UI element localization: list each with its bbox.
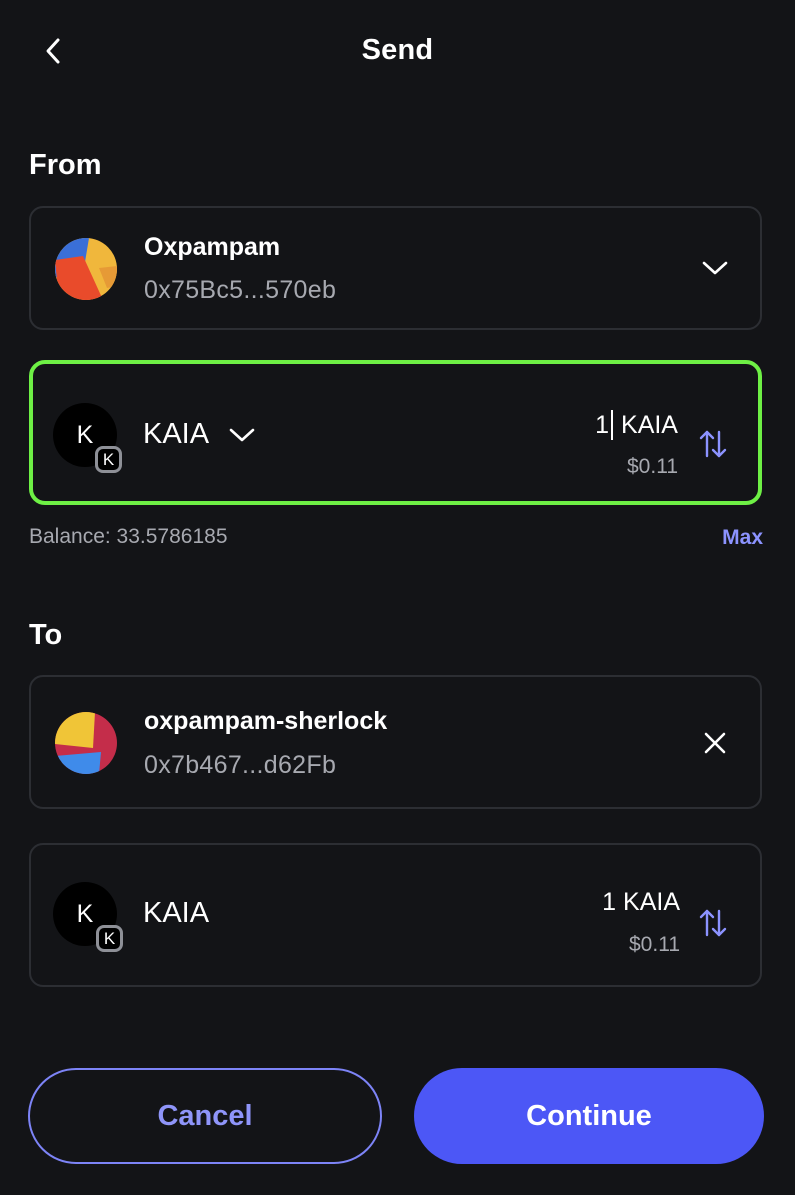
chevron-down-icon — [702, 261, 728, 275]
amount-unit: KAIA — [621, 410, 678, 439]
swap-arrows-icon — [699, 909, 727, 937]
from-account-address: 0x75Bc5...570eb — [144, 276, 337, 304]
amount-value: 1 — [595, 410, 610, 439]
to-account-address: 0x7b467...d62Fb — [144, 751, 337, 779]
swap-arrows-icon — [699, 430, 727, 458]
to-account-card: oxpampam-sherlock 0x7b467...d62Fb — [29, 675, 762, 809]
token-symbol: KAIA — [143, 897, 210, 929]
usd-value: $0.11 — [629, 933, 680, 956]
from-label: From — [29, 149, 102, 181]
from-account-selector[interactable]: Oxpampam 0x75Bc5...570eb — [29, 206, 762, 330]
kaia-chain-badge: K — [95, 446, 122, 473]
balance-text: Balance: 33.5786185 — [29, 525, 228, 548]
header: Send — [0, 0, 795, 104]
to-avatar — [55, 712, 117, 774]
continue-button[interactable]: Continue — [414, 1068, 764, 1164]
swap-amount-button[interactable] — [695, 903, 731, 943]
token-selector[interactable]: KAIA — [143, 418, 255, 451]
cancel-button[interactable]: Cancel — [28, 1068, 382, 1164]
page-title: Send — [361, 34, 434, 66]
swap-amount-button[interactable] — [695, 424, 731, 464]
to-account-name: oxpampam-sherlock — [144, 707, 388, 735]
text-cursor — [611, 410, 614, 440]
token-symbol: KAIA — [143, 418, 210, 450]
kaia-chain-badge: K — [96, 925, 123, 952]
received-amount: 1 KAIA — [602, 888, 680, 916]
max-button[interactable]: Max — [722, 526, 763, 550]
to-amount-card: K K KAIA 1 KAIA $0.11 — [29, 843, 762, 987]
amount-input[interactable]: 1 KAIA — [595, 410, 678, 440]
from-account-dropdown[interactable] — [693, 246, 737, 290]
close-icon — [704, 732, 726, 754]
from-account-name: Oxpampam — [144, 233, 281, 261]
chevron-down-icon — [229, 428, 255, 441]
clear-recipient-button[interactable] — [693, 721, 737, 765]
send-screen: Send From Oxpampam 0x75Bc5...570eb K K K… — [0, 0, 795, 1195]
to-label: To — [29, 619, 63, 651]
usd-value: $0.11 — [627, 455, 678, 478]
from-amount-card[interactable]: K K KAIA 1 KAIA $0.11 — [29, 360, 762, 505]
from-avatar — [55, 238, 117, 300]
